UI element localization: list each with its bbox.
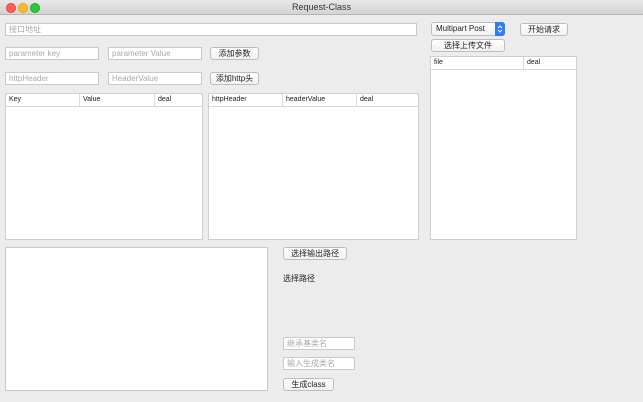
choose-output-path-button[interactable]: 选择输出路径 (283, 247, 347, 260)
column-header-http-header[interactable]: httpHeader (209, 94, 283, 106)
column-header-deal[interactable]: deal (524, 57, 576, 69)
column-header-header-value[interactable]: headerValue (283, 94, 357, 106)
url-input[interactable]: 接口地址 (5, 23, 417, 36)
header-value-input[interactable]: HeaderValue (108, 72, 202, 85)
parameter-value-input[interactable]: parameter Value (108, 47, 202, 60)
column-header-key[interactable]: Key (6, 94, 80, 106)
column-header-deal[interactable]: deal (357, 94, 418, 106)
output-path-label: 选择路径 (283, 274, 315, 283)
output-text-area[interactable] (5, 247, 268, 391)
dropdown-stepper-icon (495, 22, 505, 36)
parameters-table-header: Key Value deal (6, 94, 202, 107)
http-headers-table-header: httpHeader headerValue deal (209, 94, 418, 107)
column-header-value[interactable]: Value (80, 94, 155, 106)
request-method-select[interactable]: Multipart Post (431, 22, 505, 36)
parameters-table[interactable]: Key Value deal (5, 93, 203, 240)
upload-files-table[interactable]: file deal (430, 56, 577, 240)
window-title: Request-Class (291, 2, 352, 12)
upload-files-table-header: file deal (431, 57, 576, 70)
column-header-file[interactable]: file (431, 57, 524, 69)
title-bar: Request-Class (0, 0, 643, 15)
start-request-button[interactable]: 开始请求 (520, 23, 568, 36)
add-parameter-button[interactable]: 添加参数 (210, 47, 259, 60)
http-header-input[interactable]: httpHeader (5, 72, 99, 85)
column-header-deal[interactable]: deal (155, 94, 202, 106)
request-method-value: Multipart Post (436, 24, 485, 33)
choose-upload-file-button[interactable]: 选择上传文件 (431, 39, 505, 52)
http-headers-table[interactable]: httpHeader headerValue deal (208, 93, 419, 240)
class-name-input[interactable]: 输入生成类名 (283, 357, 355, 370)
generate-class-button[interactable]: 生成class (283, 378, 334, 391)
parameter-key-input[interactable]: parameter key (5, 47, 99, 60)
base-class-input[interactable]: 继承基类名 (283, 337, 355, 350)
add-http-header-button[interactable]: 添加http头 (210, 72, 259, 85)
